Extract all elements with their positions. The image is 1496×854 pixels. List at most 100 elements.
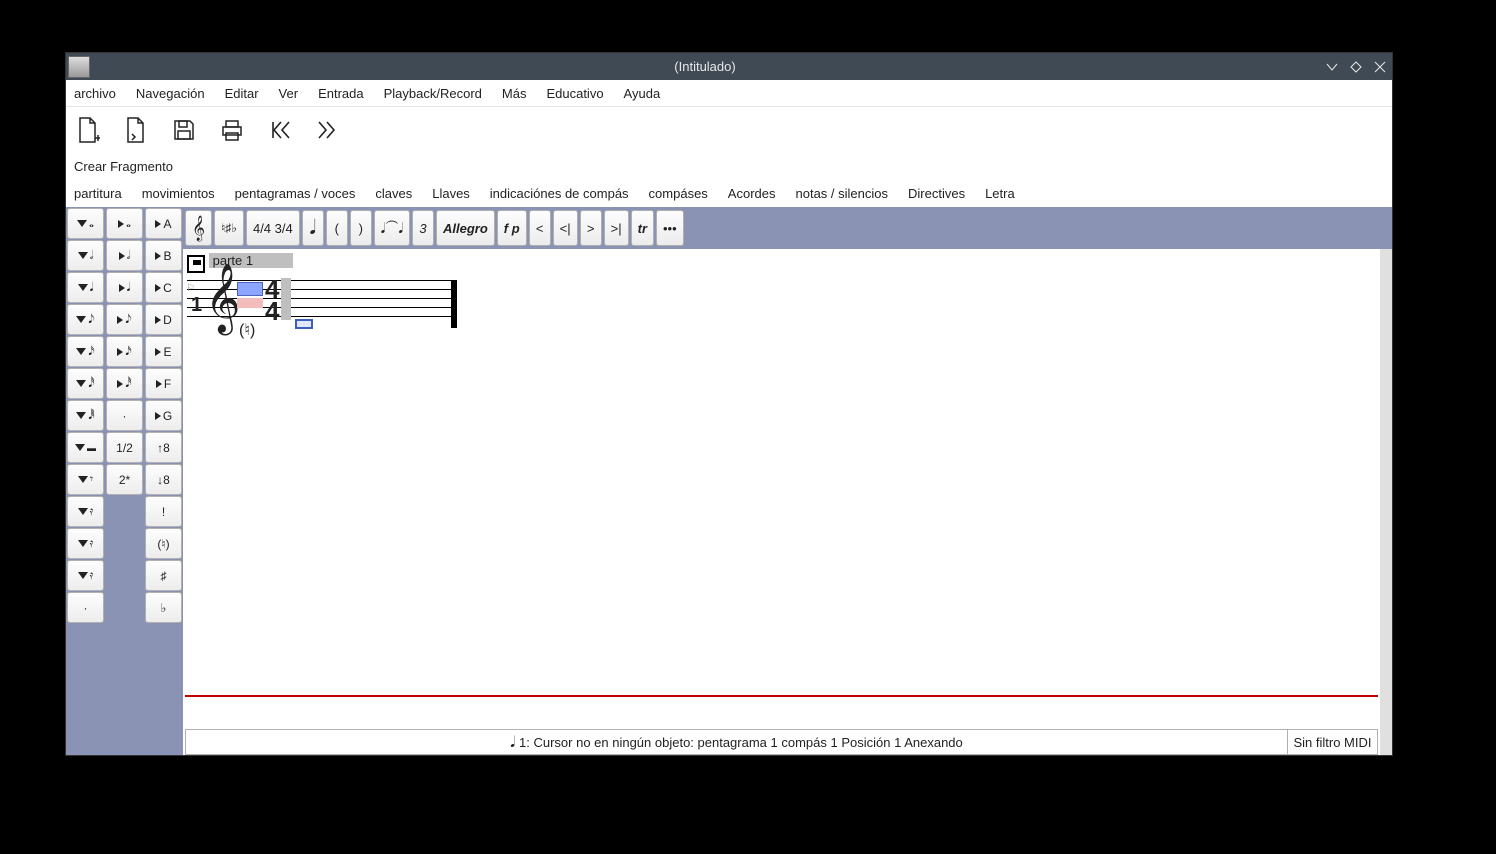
prev-button[interactable] <box>266 116 294 144</box>
menu-editar[interactable]: Editar <box>225 86 259 101</box>
tab-indicaciones[interactable]: indicaciónes de compás <box>490 186 629 201</box>
pitch-c[interactable]: C <box>145 272 182 303</box>
note-button[interactable]: 𝅘𝅥 <box>302 210 324 246</box>
dim-button[interactable]: > <box>580 210 602 246</box>
cresc-button[interactable]: < <box>529 210 551 246</box>
menu-ver[interactable]: Ver <box>279 86 299 101</box>
tab-notas[interactable]: notas / silencios <box>796 186 889 201</box>
save-button[interactable] <box>170 116 198 144</box>
voice-flag-icon: ⚐ <box>186 283 195 294</box>
dur-r-8[interactable]: 2* <box>106 464 143 495</box>
score-canvas[interactable]: parte 1 1 ⚐ 𝄞 <box>183 249 1392 755</box>
cresc-end-button[interactable]: <| <box>553 210 578 246</box>
menu-archivo[interactable]: archivo <box>74 86 116 101</box>
pitch-f[interactable]: F <box>145 368 182 399</box>
dur-down-11[interactable]: 𝄿 <box>67 560 104 591</box>
dur-down-0[interactable]: 𝅝 <box>67 208 104 239</box>
triangle-right-icon <box>155 252 161 260</box>
tab-directives[interactable]: Directives <box>908 186 965 201</box>
triangle-right-icon <box>155 220 161 228</box>
dim-end-button[interactable]: >| <box>604 210 629 246</box>
oct-up[interactable]: ↑8 <box>145 432 182 463</box>
statusbar: 𝅘𝅥 1: Cursor no en ningún objeto: pentag… <box>185 729 1378 755</box>
pitch-e[interactable]: E <box>145 336 182 367</box>
next-button[interactable] <box>314 116 342 144</box>
dur-down-1[interactable]: 𝅗𝅥 <box>67 240 104 271</box>
maximize-button[interactable] <box>1344 55 1368 79</box>
minimize-button[interactable] <box>1320 55 1344 79</box>
tab-acordes[interactable]: Acordes <box>728 186 776 201</box>
menu-playback[interactable]: Playback/Record <box>384 86 482 101</box>
natural-btn[interactable]: (♮) <box>145 528 182 559</box>
natural-hint: (♮) <box>239 320 255 340</box>
dur-r-5[interactable]: 𝅘𝅥𝅰 <box>106 368 143 399</box>
trill-button[interactable]: tr <box>631 210 654 246</box>
tab-partitura[interactable]: partitura <box>74 186 122 201</box>
exclaim[interactable]: ! <box>145 496 182 527</box>
print-button[interactable] <box>218 116 246 144</box>
triangle-down-icon <box>76 412 86 419</box>
menu-educativo[interactable]: Educativo <box>546 86 603 101</box>
paren-open-button[interactable]: ( <box>326 210 348 246</box>
flat-btn[interactable]: ♭ <box>145 592 182 623</box>
triangle-right-icon <box>155 284 161 292</box>
pitch-label: F <box>164 377 171 391</box>
tie-icon: 𝅘𝅥⁀𝅘𝅥 <box>381 220 403 237</box>
close-button[interactable] <box>1368 55 1392 79</box>
allegro-button[interactable]: Allegro <box>436 210 495 246</box>
dur-down-6[interactable]: 𝅘𝅥𝅱 <box>67 400 104 431</box>
pitch-d[interactable]: D <box>145 304 182 335</box>
tab-claves[interactable]: claves <box>375 186 412 201</box>
part-flag-icon <box>187 255 205 273</box>
tab-compases[interactable]: compáses <box>649 186 708 201</box>
dur-r-0[interactable]: 𝅝 <box>106 208 143 239</box>
midi-filter-status[interactable]: Sin filtro MIDI <box>1288 729 1378 755</box>
tab-pentagramas[interactable]: pentagramas / voces <box>235 186 356 201</box>
dur-down-2[interactable]: 𝅘𝅥 <box>67 272 104 303</box>
dur-r-3[interactable]: 𝅘𝅥𝅮 <box>106 304 143 335</box>
dur-r-6[interactable]: · <box>106 400 143 431</box>
dur-down-3[interactable]: 𝅘𝅥𝅮 <box>67 304 104 335</box>
create-fragment-button[interactable]: Crear Fragmento <box>74 159 173 174</box>
dur-down-8[interactable]: 𝄾 <box>67 464 104 495</box>
dur-down-12[interactable]: · <box>67 592 104 623</box>
timesig-button[interactable]: 4/4 3/4 <box>246 210 300 246</box>
menu-navegacion[interactable]: Navegación <box>136 86 205 101</box>
new-file-button[interactable] <box>74 114 102 146</box>
menu-ayuda[interactable]: Ayuda <box>624 86 661 101</box>
menu-entrada[interactable]: Entrada <box>318 86 364 101</box>
open-file-button[interactable] <box>122 114 150 146</box>
tie-slur-button[interactable]: 𝅘𝅥⁀𝅘𝅥 <box>374 210 410 246</box>
pitch-b[interactable]: B <box>145 240 182 271</box>
tab-movimientos[interactable]: movimientos <box>142 186 215 201</box>
menu-mas[interactable]: Más <box>502 86 527 101</box>
scrollbar-thumb[interactable] <box>1380 249 1392 669</box>
dur-down-7[interactable]: ▬ <box>67 432 104 463</box>
pitch-label: G <box>163 409 172 423</box>
dur-r-1[interactable]: 𝅗𝅥 <box>106 240 143 271</box>
note-glyph: 𝅘𝅥 <box>127 280 131 295</box>
status-text: 1: Cursor no en ningún objeto: pentagram… <box>519 735 963 750</box>
dur-r-4[interactable]: 𝅘𝅥𝅯 <box>106 336 143 367</box>
dur-r-2[interactable]: 𝅘𝅥 <box>106 272 143 303</box>
oct-down[interactable]: ↓8 <box>145 464 182 495</box>
dur-down-5[interactable]: 𝅘𝅥𝅰 <box>67 368 104 399</box>
pitch-a[interactable]: A <box>145 208 182 239</box>
dur-r-7[interactable]: 1/2 <box>106 432 143 463</box>
paren-close-button[interactable]: ) <box>350 210 372 246</box>
dur-down-9[interactable]: 𝄿 <box>67 496 104 527</box>
dur-down-4[interactable]: 𝅘𝅥𝅯 <box>67 336 104 367</box>
tab-letra[interactable]: Letra <box>985 186 1015 201</box>
tab-llaves[interactable]: Llaves <box>432 186 470 201</box>
dynamics-button[interactable]: f p <box>497 210 527 246</box>
menubar: archivo Navegación Editar Ver Entrada Pl… <box>66 80 1392 107</box>
sharp-btn[interactable]: ♯ <box>145 560 182 591</box>
pitch-g[interactable]: G <box>145 400 182 431</box>
clef-button[interactable]: 𝄞 <box>185 210 212 246</box>
dur-down-10[interactable]: 𝄿 <box>67 528 104 559</box>
cursor-handle[interactable] <box>295 319 313 329</box>
measure-pad <box>281 278 291 320</box>
more-button[interactable]: ••• <box>656 210 684 246</box>
keysig-button[interactable]: ♮♯♭ <box>214 210 244 246</box>
triplet-button[interactable]: 3 <box>412 210 434 246</box>
